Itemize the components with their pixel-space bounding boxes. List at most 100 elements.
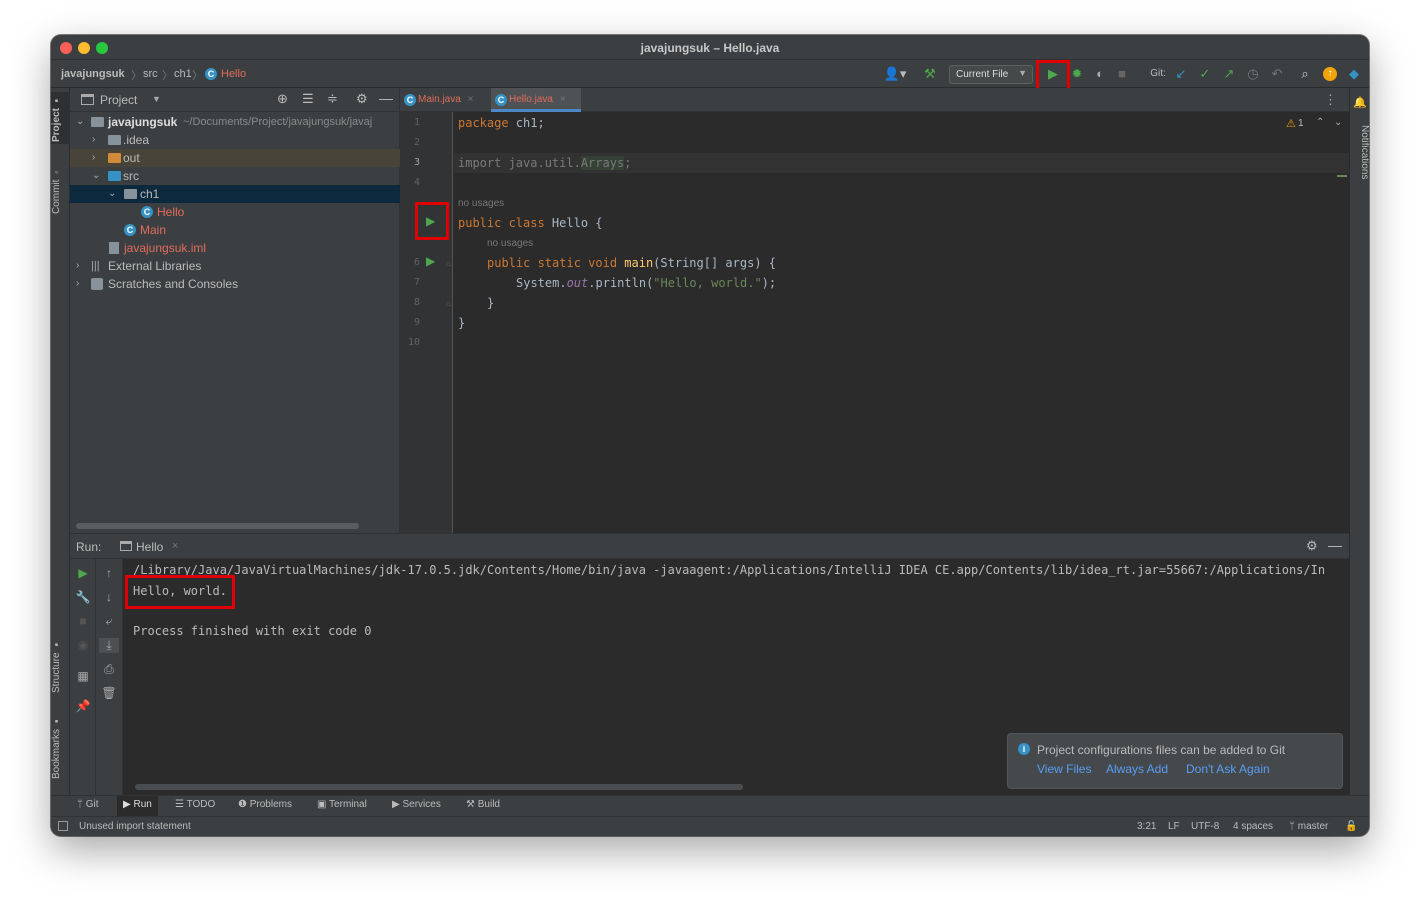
git-update-icon[interactable]: ↙ bbox=[1173, 65, 1189, 83]
wrench-icon[interactable]: 🔧 bbox=[70, 590, 96, 604]
run-method-gutter-icon[interactable]: ▶ bbox=[426, 254, 435, 268]
previous-highlight-icon[interactable]: ⌃ bbox=[1316, 117, 1324, 128]
tab-problems[interactable]: ❶ Problems bbox=[238, 799, 292, 810]
fold-icon[interactable]: ⌂ bbox=[446, 259, 451, 268]
breadcrumb-hello[interactable]: Hello bbox=[221, 68, 246, 80]
close-tab-icon[interactable]: × bbox=[560, 94, 566, 105]
print-icon[interactable]: ⎙ bbox=[96, 662, 122, 677]
layout-icon[interactable]: ▦ bbox=[70, 669, 96, 683]
expand-all-icon[interactable]: ☰ bbox=[302, 91, 314, 107]
debug-bug-icon[interactable]: ✹ bbox=[1068, 65, 1086, 83]
tab-todo[interactable]: ☰ TODO bbox=[175, 799, 215, 810]
camera-icon[interactable]: ◉ bbox=[70, 638, 96, 652]
breadcrumb-src[interactable]: src bbox=[143, 68, 158, 80]
gear-icon[interactable]: ⚙ bbox=[1306, 538, 1318, 554]
git-branch[interactable]: ᛘ master bbox=[1289, 821, 1328, 832]
code-text: ch1; bbox=[508, 116, 545, 130]
chevron-right-icon[interactable]: › bbox=[76, 275, 79, 293]
stop-icon[interactable]: ■ bbox=[70, 614, 96, 628]
indent-setting[interactable]: 4 spaces bbox=[1233, 821, 1273, 832]
breadcrumb-project[interactable]: javajungsuk bbox=[61, 68, 125, 80]
user-icon[interactable]: 👤▾ bbox=[883, 65, 907, 83]
line-separator[interactable]: LF bbox=[1168, 821, 1180, 832]
tree-item-project-root[interactable]: ⌄ javajungsuk ~/Documents/Project/javaju… bbox=[70, 113, 400, 131]
always-add-link[interactable]: Always Add bbox=[1106, 762, 1168, 776]
tab-services[interactable]: ▶ Services bbox=[392, 799, 441, 810]
close-tab-icon[interactable]: × bbox=[468, 94, 474, 105]
tab-main-java[interactable]: C Main.java × bbox=[400, 88, 489, 112]
scroll-down-icon[interactable]: ↓ bbox=[96, 590, 122, 604]
hide-panel-icon[interactable]: — bbox=[379, 90, 393, 106]
code-editor[interactable]: package ch1; import java.util.Arrays; no… bbox=[454, 112, 1349, 533]
build-hammer-icon[interactable]: ⚒ bbox=[921, 65, 939, 83]
tree-item-hello[interactable]: C Hello bbox=[70, 203, 400, 221]
chevron-right-icon[interactable]: › bbox=[92, 149, 95, 167]
chevron-down-icon[interactable]: ▼ bbox=[152, 94, 161, 104]
hide-panel-icon[interactable]: — bbox=[1328, 537, 1342, 553]
tab-build[interactable]: ⚒ Build bbox=[466, 799, 500, 810]
bookmarks-tool-tab[interactable]: Bookmarks ▪ bbox=[51, 710, 70, 784]
usages-hint[interactable]: no usages bbox=[487, 238, 533, 249]
commit-tool-tab[interactable]: Commit ◦ bbox=[51, 162, 70, 218]
structure-tool-tab[interactable]: Structure ▪ bbox=[51, 634, 70, 698]
tab-terminal[interactable]: ▣ Terminal bbox=[317, 799, 367, 810]
view-files-link[interactable]: View Files bbox=[1037, 762, 1091, 776]
notifications-bell-icon[interactable]: 🔔 bbox=[1353, 96, 1367, 109]
tree-item-ch1[interactable]: ⌄ ch1 bbox=[70, 185, 400, 203]
breadcrumb-ch1[interactable]: ch1 bbox=[174, 68, 192, 80]
chevron-right-icon[interactable]: › bbox=[92, 131, 95, 149]
lock-icon[interactable]: 🔓 bbox=[1345, 821, 1357, 832]
toggle-tool-windows-icon[interactable] bbox=[58, 821, 68, 831]
usages-hint[interactable]: no usages bbox=[458, 198, 504, 209]
caret-position[interactable]: 3:21 bbox=[1137, 821, 1156, 832]
notifications-tool-tab[interactable]: Notifications bbox=[1350, 112, 1369, 192]
run-configuration-select[interactable]: Current File ▼ bbox=[949, 65, 1033, 84]
scroll-to-end-icon[interactable]: ⤓ bbox=[99, 638, 119, 653]
tree-item-scratches[interactable]: › Scratches and Consoles bbox=[70, 275, 400, 293]
stop-icon[interactable]: ■ bbox=[1115, 65, 1129, 83]
trash-icon[interactable]: 🗑 bbox=[96, 686, 122, 700]
coverage-icon[interactable]: ◐ bbox=[1091, 65, 1109, 83]
horizontal-scrollbar[interactable] bbox=[76, 523, 359, 529]
line-number: 2 bbox=[413, 137, 420, 148]
file-encoding[interactable]: UTF-8 bbox=[1191, 821, 1219, 832]
chevron-right-icon[interactable]: › bbox=[76, 257, 79, 275]
tree-item-out[interactable]: › out bbox=[70, 149, 400, 167]
chevron-down-icon[interactable]: ⌄ bbox=[76, 113, 84, 131]
next-highlight-icon[interactable]: ⌄ bbox=[1334, 117, 1342, 128]
tree-item-main[interactable]: C Main bbox=[70, 221, 400, 239]
scroll-up-icon[interactable]: ↑ bbox=[96, 566, 122, 580]
collapse-all-icon[interactable]: ≑ bbox=[327, 91, 338, 107]
close-tab-icon[interactable]: × bbox=[172, 540, 178, 552]
warning-icon[interactable]: ⚠ bbox=[1286, 117, 1296, 130]
tab-git[interactable]: ᛘ Git bbox=[77, 799, 99, 810]
tab-run[interactable]: ▶ Run bbox=[117, 796, 158, 816]
tab-hello-java[interactable]: C Hello.java × bbox=[491, 88, 581, 112]
fold-icon[interactable]: ⌂ bbox=[446, 299, 451, 308]
pin-icon[interactable]: 📌 bbox=[70, 699, 96, 713]
search-icon[interactable]: ⌕ bbox=[1297, 65, 1313, 83]
git-push-icon[interactable]: ↗ bbox=[1221, 65, 1237, 83]
git-rollback-icon[interactable]: ↶ bbox=[1269, 65, 1285, 83]
jetbrains-logo-icon[interactable]: ◆ bbox=[1346, 65, 1362, 83]
project-panel-title[interactable]: Project bbox=[100, 93, 137, 107]
chevron-down-icon[interactable]: ⌄ bbox=[108, 185, 116, 203]
chevron-down-icon[interactable]: ⌄ bbox=[92, 167, 100, 185]
project-tool-tab[interactable]: Project ▪ bbox=[51, 92, 70, 144]
git-history-clock-icon[interactable]: ◷ bbox=[1245, 65, 1261, 83]
dont-ask-again-link[interactable]: Don't Ask Again bbox=[1186, 762, 1270, 776]
more-tabs-icon[interactable]: ⋮ bbox=[1324, 92, 1337, 108]
tree-item-src[interactable]: ⌄ src bbox=[70, 167, 400, 185]
run-tab-hello[interactable]: Hello bbox=[136, 540, 163, 554]
git-commit-check-icon[interactable]: ✓ bbox=[1197, 65, 1213, 83]
rerun-icon[interactable]: ▶ bbox=[70, 566, 96, 580]
tree-item-idea[interactable]: › .idea bbox=[70, 131, 400, 149]
soft-wrap-icon[interactable]: ⤶ bbox=[96, 614, 122, 629]
ide-update-icon[interactable]: ↑ bbox=[1323, 67, 1337, 81]
gear-icon[interactable]: ⚙ bbox=[356, 91, 368, 107]
select-opened-file-icon[interactable]: ⊕ bbox=[277, 91, 288, 107]
horizontal-scrollbar[interactable] bbox=[135, 784, 743, 790]
highlight-gutter-run-box bbox=[415, 202, 449, 240]
tree-item-external-libraries[interactable]: › ||| External Libraries bbox=[70, 257, 400, 275]
tree-item-iml[interactable]: javajungsuk.iml bbox=[70, 239, 400, 257]
